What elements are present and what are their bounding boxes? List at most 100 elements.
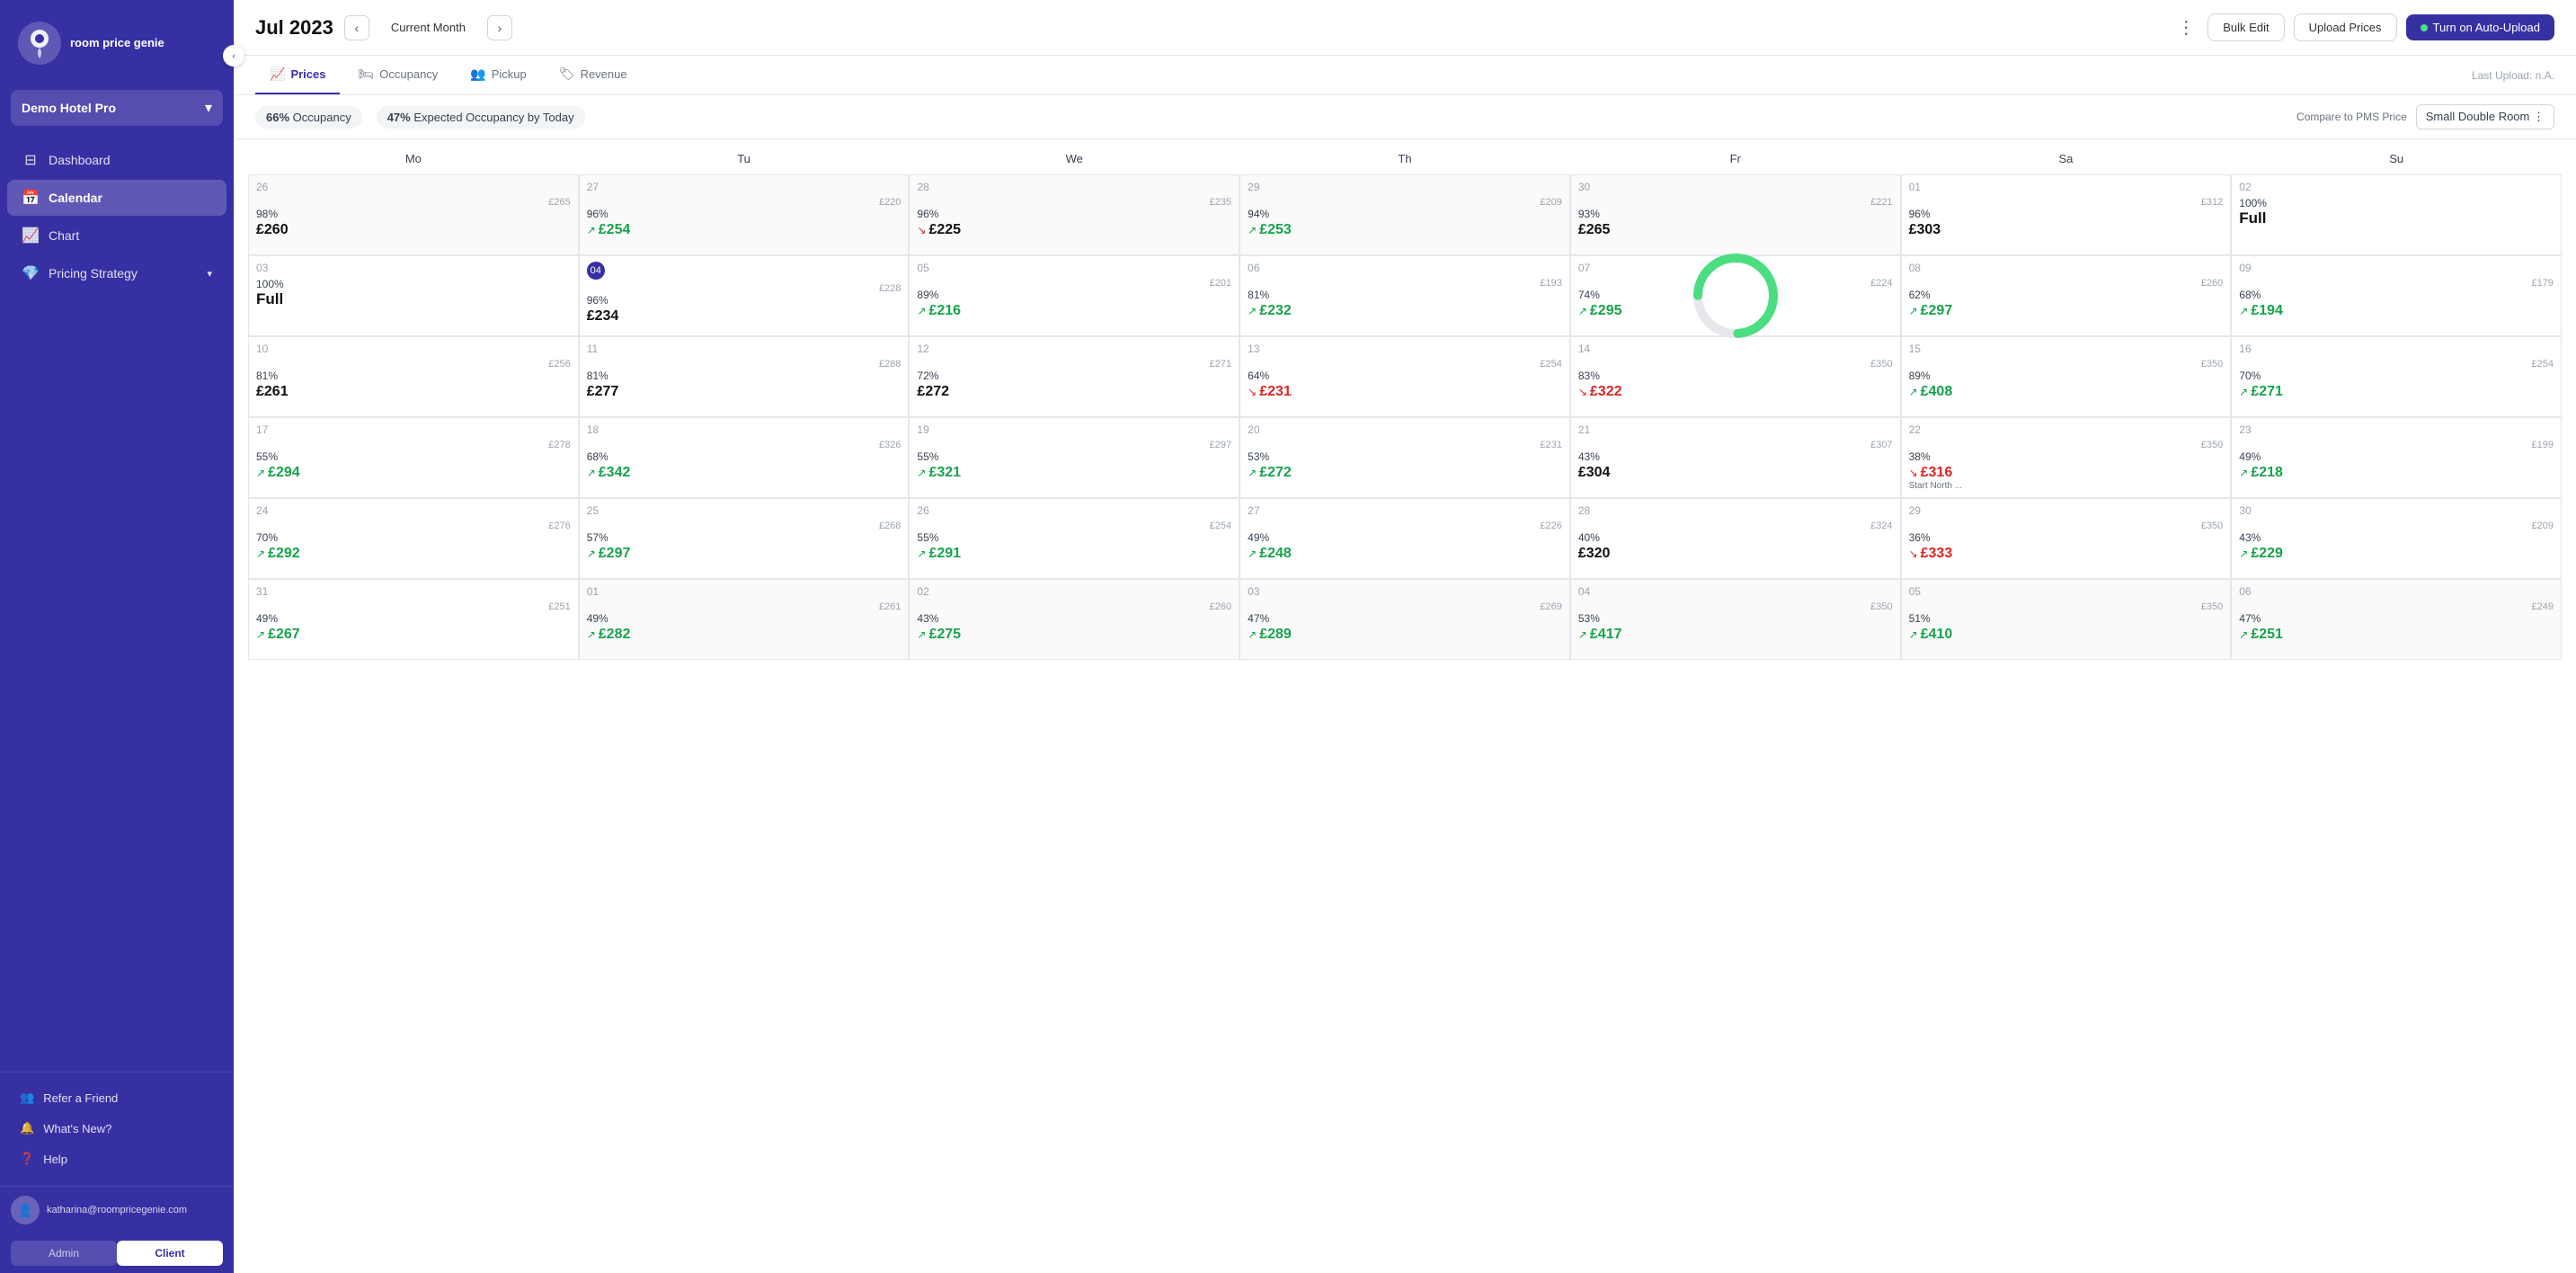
table-row[interactable]: 01£26149%↗£282: [579, 579, 910, 660]
refer-friend-item[interactable]: 👥 Refer a Friend: [11, 1083, 223, 1112]
auto-upload-label: Turn on Auto-Upload: [2433, 21, 2540, 34]
table-row[interactable]: 03£26947%↗£289: [1239, 579, 1570, 660]
revenue-tab-label: Revenue: [581, 67, 627, 81]
table-row[interactable]: 24£27670%↗£292: [248, 498, 579, 579]
table-row[interactable]: 09£17968%↗£194: [2231, 255, 2562, 336]
cell-price-value: £297: [1921, 303, 1953, 319]
cell-price-value: £216: [928, 303, 961, 319]
admin-tab-button[interactable]: Admin: [11, 1241, 117, 1266]
table-row[interactable]: 05£20189%↗£216: [909, 255, 1239, 336]
more-options-icon[interactable]: ⋮: [2173, 13, 2198, 42]
sidebar-item-pricing-strategy[interactable]: 💎 Pricing Strategy ▾: [7, 255, 227, 291]
whats-new-label: What's New?: [43, 1122, 111, 1135]
table-row[interactable]: 14£35083%↘£322: [1570, 336, 1901, 417]
table-row[interactable]: 12£27172%£272: [909, 336, 1239, 417]
tab-prices[interactable]: 📈 Prices: [255, 56, 340, 94]
cell-pms-price: £278: [256, 440, 571, 450]
table-row[interactable]: 22£35038%↘£316Start North ...: [1901, 417, 2232, 498]
tab-pickup[interactable]: 👥 Pickup: [456, 56, 540, 94]
price-up-arrow-icon: ↗: [1248, 305, 1257, 317]
prev-month-button[interactable]: ‹: [344, 15, 369, 40]
cell-price-row: ↗£295: [1578, 303, 1893, 319]
table-row[interactable]: 05£35051%↗£410: [1901, 579, 2232, 660]
table-row[interactable]: 02100%Full: [2231, 174, 2562, 255]
table-row[interactable]: 31£25149%↗£267: [248, 579, 579, 660]
table-row[interactable]: 11£28881%£277: [579, 336, 910, 417]
hotel-selector[interactable]: Demo Hotel Pro ▾: [11, 90, 223, 126]
table-row[interactable]: 07£22474%↗£295: [1570, 255, 1901, 336]
price-up-arrow-icon: ↗: [256, 467, 265, 479]
cell-price-row: £265: [1578, 222, 1893, 238]
cell-price-row: ↗£321: [917, 465, 1231, 481]
next-month-button[interactable]: ›: [487, 15, 512, 40]
table-row[interactable]: 03100%Full: [248, 255, 579, 336]
table-row[interactable]: 26£25455%↗£291: [909, 498, 1239, 579]
cell-price-row: ↗£282: [587, 627, 902, 643]
table-row[interactable]: 29£20994%↗£253: [1239, 174, 1570, 255]
auto-upload-button[interactable]: Turn on Auto-Upload: [2406, 14, 2554, 40]
tab-revenue[interactable]: 🏷 Revenue: [545, 56, 642, 94]
table-row[interactable]: 13£25464%↘£231: [1239, 336, 1570, 417]
table-row[interactable]: 01£31296%£303: [1901, 174, 2232, 255]
cell-pms-price: £254: [1248, 359, 1562, 369]
cell-pms-price: £228: [587, 283, 902, 294]
table-row[interactable]: 06£24947%↗£251: [2231, 579, 2562, 660]
table-row[interactable]: 16£25470%↗£271: [2231, 336, 2562, 417]
whats-new-item[interactable]: 🔔 What's New?: [11, 1114, 223, 1143]
upload-prices-button[interactable]: Upload Prices: [2294, 13, 2397, 41]
cell-occupancy: 74%: [1578, 289, 1893, 301]
table-row[interactable]: 30£22193%£265: [1570, 174, 1901, 255]
current-month-button[interactable]: Current Month: [380, 16, 476, 39]
price-up-arrow-icon: ↗: [1248, 628, 1257, 641]
sidebar-item-calendar[interactable]: 📅 Calendar: [7, 180, 227, 216]
room-selector-dropdown[interactable]: Small Double Room ⋮: [2416, 104, 2554, 129]
table-row[interactable]: 28£23596%↘£225: [909, 174, 1239, 255]
sidebar-item-chart[interactable]: 📈 Chart: [7, 218, 227, 254]
status-dot: [2421, 24, 2428, 31]
price-up-arrow-icon: ↗: [1578, 628, 1587, 641]
cell-pms-price: £256: [256, 359, 571, 369]
table-row[interactable]: 30£20943%↗£229: [2231, 498, 2562, 579]
cell-price-row: £304: [1578, 465, 1893, 481]
client-tab-button[interactable]: Client: [117, 1241, 223, 1266]
table-row[interactable]: 27£22096%↗£254: [579, 174, 910, 255]
table-row[interactable]: 23£19949%↗£218: [2231, 417, 2562, 498]
sidebar-collapse-button[interactable]: ‹: [223, 45, 244, 67]
table-row[interactable]: 06£19381%↗£232: [1239, 255, 1570, 336]
cell-pms-price: £220: [587, 197, 902, 208]
table-row[interactable]: 25£26857%↗£297: [579, 498, 910, 579]
table-row[interactable]: 17£27855%↗£294: [248, 417, 579, 498]
table-row[interactable]: 15£35089%↗£408: [1901, 336, 2232, 417]
cell-day-number: 20: [1248, 423, 1562, 436]
table-row[interactable]: 29£35036%↘£333: [1901, 498, 2232, 579]
table-row[interactable]: 04£22896%£234: [579, 255, 910, 336]
table-row[interactable]: 20£23153%↗£272: [1239, 417, 1570, 498]
cell-occupancy: 40%: [1578, 531, 1893, 544]
cell-pms-price: £193: [1248, 278, 1562, 289]
help-item[interactable]: ❓ Help: [11, 1144, 223, 1173]
cell-price-row: ↘£322: [1578, 384, 1893, 400]
table-row[interactable]: 26£26598%£260: [248, 174, 579, 255]
table-row[interactable]: 21£30743%£304: [1570, 417, 1901, 498]
table-row[interactable]: 27£22649%↗£248: [1239, 498, 1570, 579]
tab-occupancy[interactable]: 🛏 Occupancy: [343, 56, 452, 94]
cell-day-number: 30: [2239, 504, 2554, 517]
cell-price-value: £321: [928, 465, 961, 481]
table-row[interactable]: 08£26062%↗£297: [1901, 255, 2232, 336]
table-row[interactable]: 04£35053%↗£417: [1570, 579, 1901, 660]
table-row[interactable]: 18£32668%↗£342: [579, 417, 910, 498]
cell-price-value: £410: [1921, 627, 1953, 643]
table-row[interactable]: 10£25681%£261: [248, 336, 579, 417]
table-row[interactable]: 28£32440%£320: [1570, 498, 1901, 579]
price-up-arrow-icon: ↗: [587, 628, 596, 641]
sidebar-item-dashboard[interactable]: ⊟ Dashboard: [7, 142, 227, 178]
cell-occupancy: 93%: [1578, 208, 1893, 220]
table-row[interactable]: 02£26043%↗£275: [909, 579, 1239, 660]
table-row[interactable]: 19£29755%↗£321: [909, 417, 1239, 498]
cell-pms-price: £221: [1578, 197, 1893, 208]
cell-pms-price: £276: [256, 521, 571, 531]
cell-pms-price: £231: [1248, 440, 1562, 450]
cell-price-row: ↗£408: [1909, 384, 2224, 400]
cell-occupancy: 89%: [1909, 369, 2224, 382]
bulk-edit-button[interactable]: Bulk Edit: [2207, 13, 2284, 41]
